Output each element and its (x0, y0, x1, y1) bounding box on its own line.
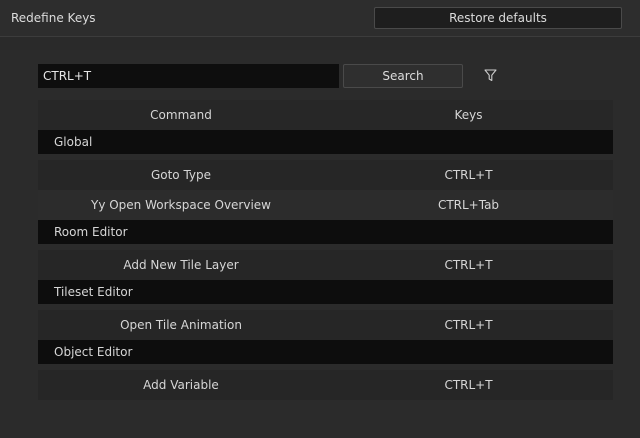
window-header: Redefine Keys Restore defaults (0, 0, 640, 37)
group-row-room-editor[interactable]: Room Editor (38, 220, 613, 244)
group-label: Global (54, 135, 93, 149)
header-separator (0, 37, 640, 50)
search-input[interactable] (38, 64, 339, 88)
table-header: Command Keys (38, 100, 613, 130)
table-row[interactable]: Goto Type CTRL+T (38, 160, 613, 190)
table-row[interactable]: Add Variable CTRL+T (38, 370, 613, 400)
keys-value[interactable]: CTRL+T (324, 378, 613, 392)
table-row[interactable]: Yy Open Workspace Overview CTRL+Tab (38, 190, 613, 220)
column-header-keys[interactable]: Keys (324, 108, 613, 122)
command-label: Yy Open Workspace Overview (90, 198, 271, 212)
column-header-command[interactable]: Command (38, 108, 324, 122)
command-label: Open Tile Animation (120, 318, 242, 332)
command-label: Add Variable (143, 378, 219, 392)
page-title: Redefine Keys (11, 11, 96, 25)
filter-icon[interactable] (484, 69, 497, 82)
group-label: Room Editor (54, 225, 128, 239)
keys-value[interactable]: CTRL+Tab (324, 198, 613, 212)
table-row[interactable]: Add New Tile Layer CTRL+T (38, 250, 613, 280)
command-label: Add New Tile Layer (123, 258, 239, 272)
group-row-global[interactable]: Global (38, 130, 613, 154)
group-label: Tileset Editor (54, 285, 133, 299)
keys-value[interactable]: CTRL+T (324, 258, 613, 272)
keys-value[interactable]: CTRL+T (324, 318, 613, 332)
group-label: Object Editor (54, 345, 133, 359)
keys-value[interactable]: CTRL+T (324, 168, 613, 182)
search-button[interactable]: Search (343, 64, 463, 88)
command-label: Goto Type (150, 168, 212, 182)
table-row[interactable]: Open Tile Animation CTRL+T (38, 310, 613, 340)
group-row-tileset-editor[interactable]: Tileset Editor (38, 280, 613, 304)
restore-defaults-button[interactable]: Restore defaults (374, 7, 622, 29)
keybindings-table: Command Keys Global Goto Type CTRL+T Yy … (38, 100, 613, 400)
group-row-object-editor[interactable]: Object Editor (38, 340, 613, 364)
